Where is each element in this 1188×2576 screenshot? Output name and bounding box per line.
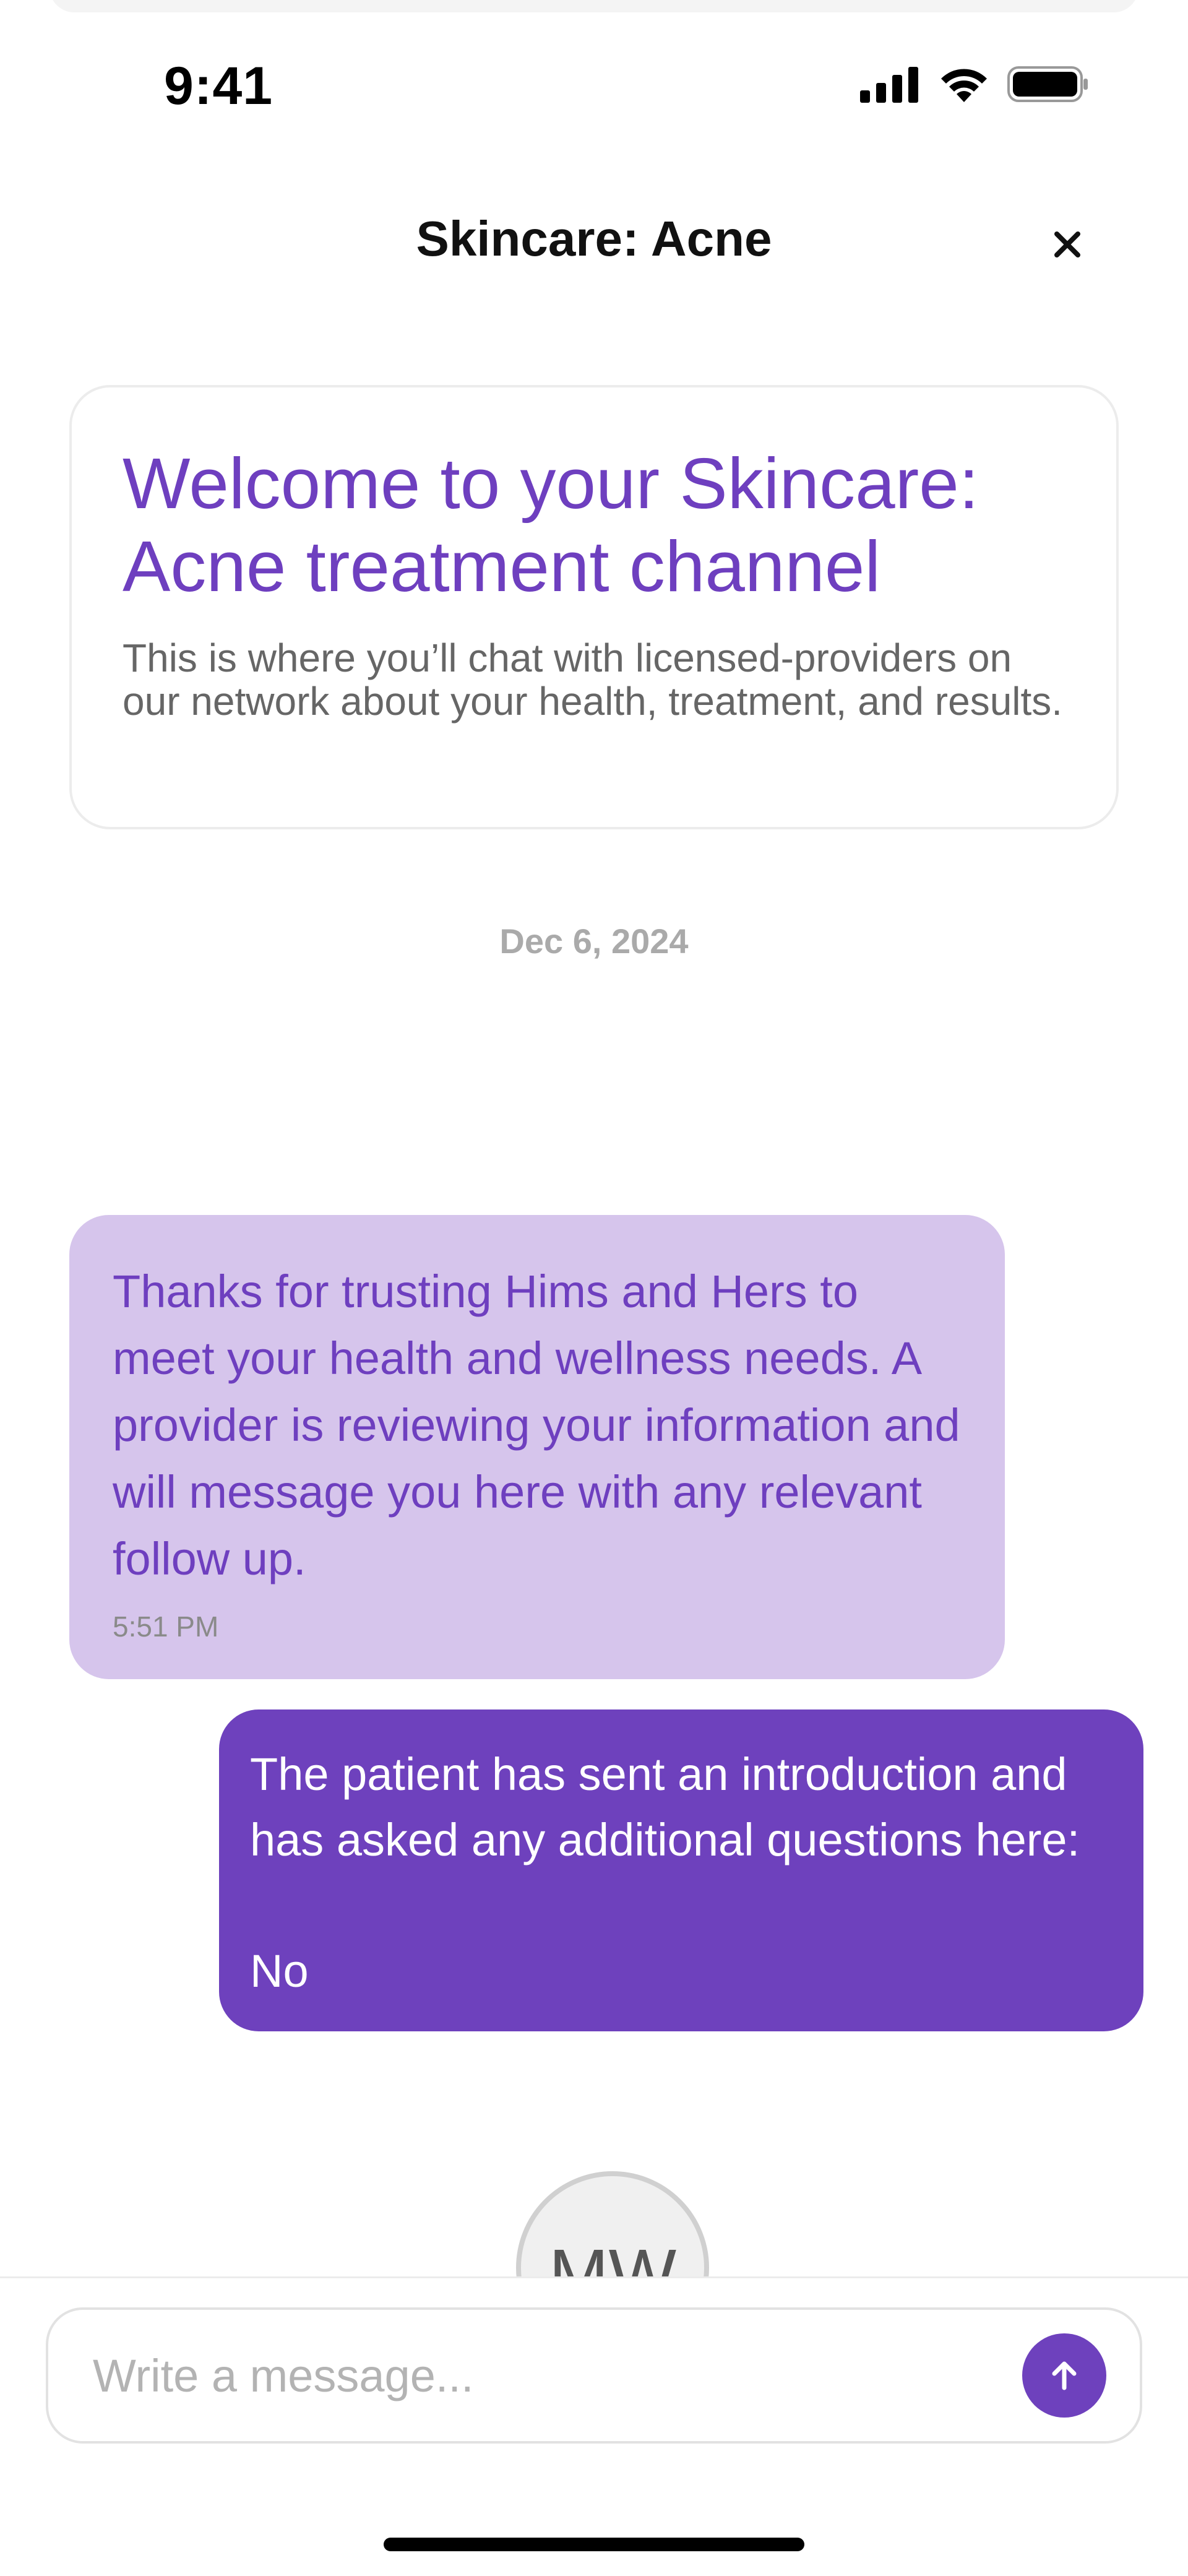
welcome-title: Welcome to your Skincare: Acne treatment… [123,443,979,607]
arrow-up-icon [1052,2361,1077,2390]
status-icons [859,65,1089,103]
welcome-card: Welcome to your Skincare: Acne treatment… [69,385,1119,829]
send-button[interactable] [1022,2333,1106,2418]
message-input-wrapper[interactable] [46,2307,1142,2444]
top-strip [50,0,1138,12]
wifi-icon [941,69,987,102]
incoming-message-time: 5:51 PM [113,1610,219,1643]
chat-screen: 9:41 Skincare: Acne Welcome to your Skin… [0,0,1188,2576]
page-title: Skincare: Acne [416,211,772,266]
close-button[interactable] [1043,220,1092,269]
outgoing-message: The patient has sent an introduction and… [219,1709,1143,2031]
home-indicator [384,2538,804,2551]
welcome-description: This is where you’ll chat with licensed-… [123,636,1063,724]
cellular-signal-icon [860,67,918,103]
status-time: 9:41 [164,56,273,116]
incoming-message: Thanks for trusting Hims and Hers to mee… [69,1215,1005,1679]
message-input[interactable] [93,2310,1021,2441]
incoming-message-text: Thanks for trusting Hims and Hers to mee… [113,1266,960,1584]
outgoing-message-text: The patient has sent an introduction and… [250,1748,1080,1997]
close-icon [1054,231,1080,257]
battery-icon [1007,66,1088,102]
date-separator: Dec 6, 2024 [499,922,689,961]
